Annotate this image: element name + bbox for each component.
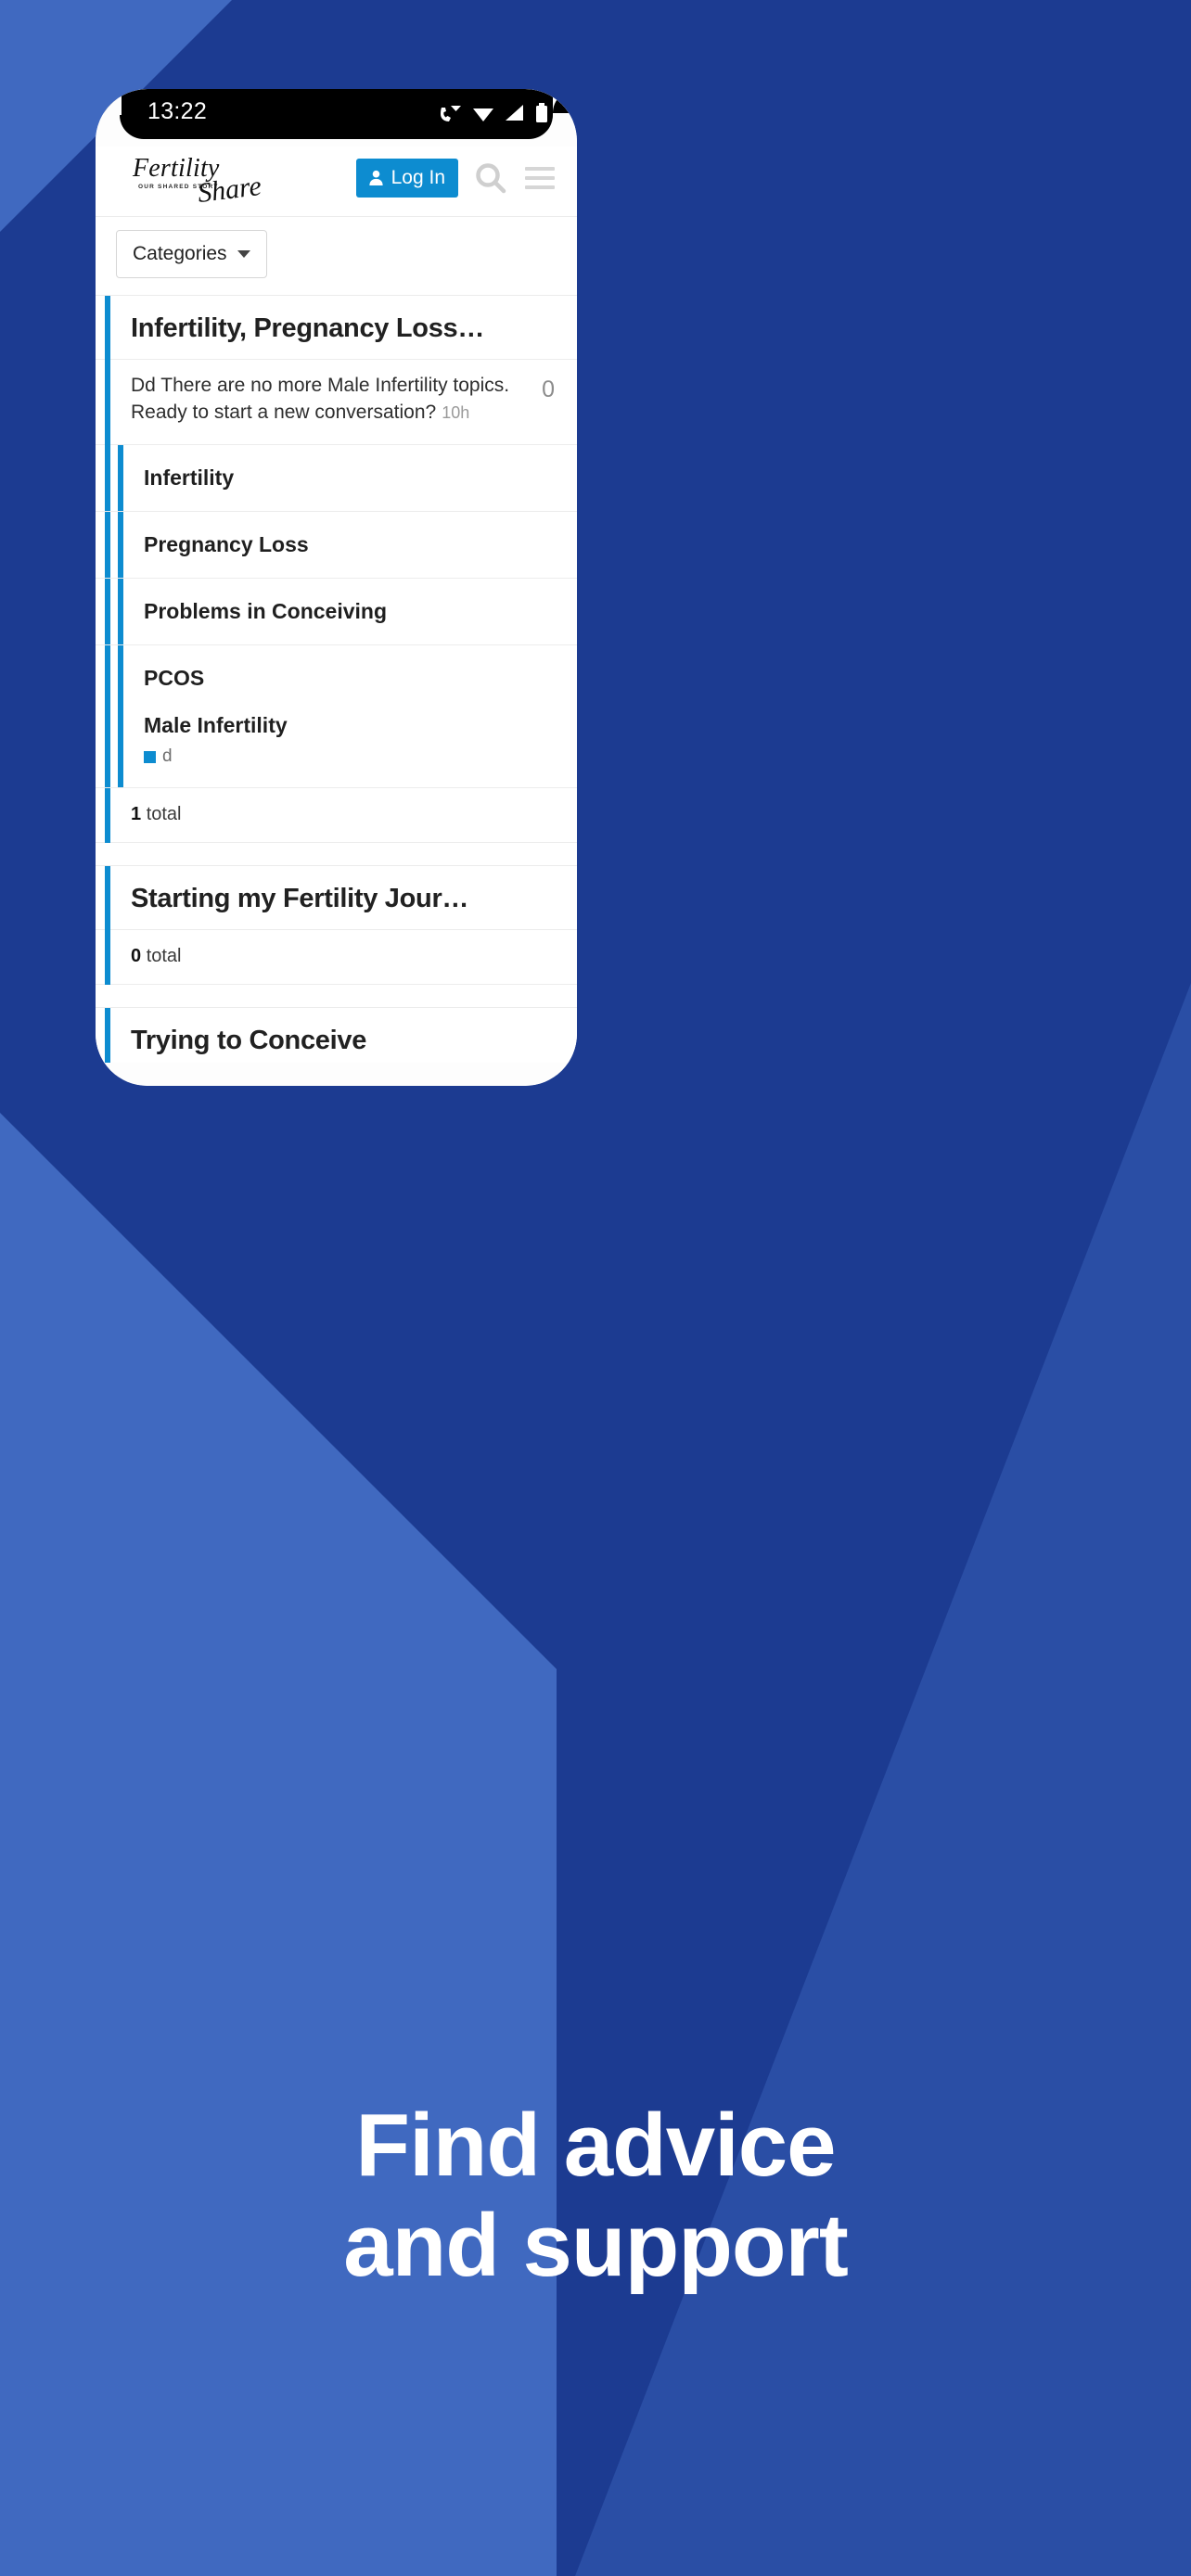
card-title: Starting my Fertility Jour… xyxy=(131,884,469,914)
subcategory-row[interactable]: PCOS xyxy=(96,645,577,705)
subcategory-row[interactable]: Infertility xyxy=(96,445,577,513)
status-bar-icons xyxy=(439,102,549,124)
promo-headline-line2: and support xyxy=(343,2195,849,2295)
subcategory-accent-bar xyxy=(118,445,123,512)
categories-dropdown[interactable]: Categories xyxy=(116,230,267,278)
card-total-row: 1 total xyxy=(96,788,577,844)
hamburger-bar xyxy=(525,175,555,180)
subcategory-meta: d xyxy=(144,746,555,767)
subcategory-title: Problems in Conceiving xyxy=(144,599,387,624)
hamburger-bar xyxy=(525,166,555,171)
card-header[interactable]: Trying to Conceive xyxy=(96,1008,577,1063)
notch-mask-left xyxy=(96,89,122,115)
card-title: Trying to Conceive xyxy=(131,1026,367,1056)
subcategory-accent-bar xyxy=(118,652,123,788)
log-in-label: Log In xyxy=(391,166,445,188)
header-actions: Log In xyxy=(355,158,557,198)
phone-mockup: 13:22 Fertility OUR SHARED STORY Share L… xyxy=(96,89,577,1086)
forum-card[interactable]: Trying to Conceive xyxy=(96,1007,577,1064)
post-reply-count: 0 xyxy=(542,376,555,403)
forum-card[interactable]: Infertility, Pregnancy Loss… Dd There ar… xyxy=(96,295,577,844)
forum-feed: Infertility, Pregnancy Loss… Dd There ar… xyxy=(96,295,577,1064)
signal-icon xyxy=(506,105,523,121)
subcategory-title: Infertility xyxy=(144,465,235,491)
card-header[interactable]: Starting my Fertility Jour… xyxy=(96,866,577,931)
subcategory-accent-bar xyxy=(118,512,123,579)
subcategory-accent-bar xyxy=(118,579,123,645)
card-total-row: 0 total xyxy=(96,930,577,986)
chevron-down-icon xyxy=(237,250,250,258)
card-title: Infertility, Pregnancy Loss… xyxy=(131,313,485,343)
card-total-label: total xyxy=(146,804,182,825)
person-icon xyxy=(368,170,383,186)
hamburger-icon[interactable] xyxy=(523,165,557,191)
card-accent-bar xyxy=(105,866,110,986)
subcategory-row[interactable]: Pregnancy Loss xyxy=(96,512,577,580)
hamburger-bar xyxy=(525,185,555,189)
subcategory-title: Pregnancy Loss xyxy=(144,532,309,557)
log-in-button[interactable]: Log In xyxy=(355,158,458,198)
card-accent-bar xyxy=(105,1008,110,1064)
subcategory-title: Male Infertility xyxy=(144,713,288,738)
subcategory-meta-text: d xyxy=(162,746,173,767)
categories-bar: Categories xyxy=(96,217,577,295)
promo-headline: Find advice and support xyxy=(0,2096,1191,2295)
subcategory-title: PCOS xyxy=(144,666,205,691)
subcategory-row[interactable]: Male Infertility d xyxy=(96,652,577,789)
phone-screen: 13:22 Fertility OUR SHARED STORY Share L… xyxy=(96,89,577,1086)
status-bar-clock: 13:22 xyxy=(147,98,208,124)
latest-post-row[interactable]: Dd There are no more Male Infertility to… xyxy=(96,360,577,446)
square-bullet-icon xyxy=(144,750,156,763)
brand-logo: Fertility OUR SHARED STORY Share xyxy=(116,150,274,209)
categories-label: Categories xyxy=(133,243,227,264)
search-icon[interactable] xyxy=(473,160,508,196)
post-excerpt: Dd There are no more Male Infertility to… xyxy=(131,373,542,426)
status-bar: 13:22 xyxy=(96,89,577,147)
post-timestamp: 10h xyxy=(442,402,470,422)
card-header[interactable]: Infertility, Pregnancy Loss… xyxy=(96,296,577,361)
card-total-count: 0 xyxy=(131,946,142,967)
call-icon xyxy=(441,106,461,121)
card-total-label: total xyxy=(146,946,182,967)
app-header: Fertility OUR SHARED STORY Share Log In xyxy=(96,147,577,217)
card-total-count: 1 xyxy=(131,804,142,825)
forum-card[interactable]: Starting my Fertility Jour… 0 total xyxy=(96,865,577,986)
wifi-icon xyxy=(473,108,493,121)
subcategory-row[interactable]: Problems in Conceiving xyxy=(96,579,577,646)
battery-icon xyxy=(536,103,547,122)
promo-headline-line1: Find advice xyxy=(355,2096,836,2195)
